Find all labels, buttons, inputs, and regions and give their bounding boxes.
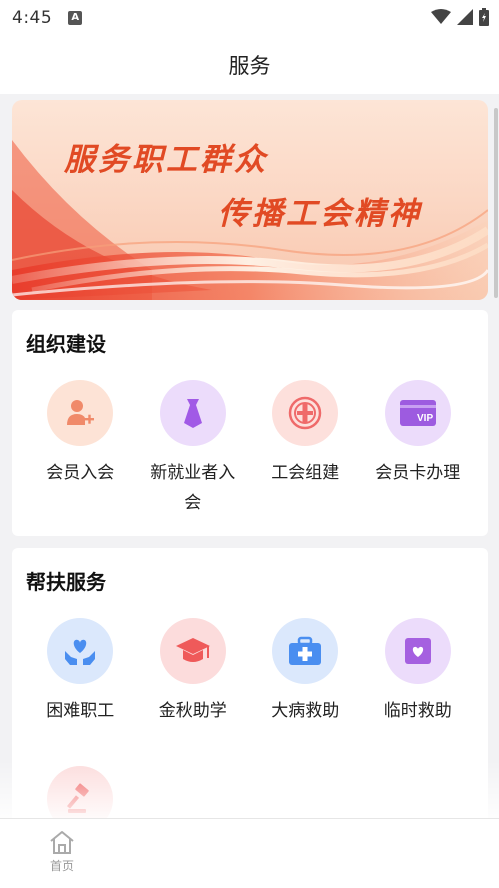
- item-label: 会员入会: [46, 463, 115, 483]
- item-label: 工会组建: [271, 463, 340, 483]
- serious-illness-aid-button[interactable]: 大病救助: [249, 618, 362, 726]
- status-bar: 4:45 A: [0, 0, 499, 36]
- svg-text:VIP: VIP: [417, 413, 433, 424]
- status-time: 4:45: [12, 8, 53, 28]
- item-label: 大病救助: [271, 701, 340, 721]
- needy-workers-button[interactable]: 困难职工: [24, 618, 137, 726]
- heart-box-icon: [384, 618, 451, 684]
- graduation-cap-icon: [159, 618, 226, 684]
- item-label: 会员卡办理: [375, 463, 461, 483]
- item-label: 金秋助学: [158, 701, 227, 721]
- nav-home-label: 首页: [49, 859, 74, 873]
- title-bar: 服务: [0, 36, 499, 94]
- help-section: 帮扶服务 困难职工 金秋助学 大病救助 临时救助: [12, 548, 488, 848]
- union-emblem-icon: [272, 380, 339, 446]
- a-box-icon: A: [68, 11, 83, 25]
- banner-slogan-2: 传播工会精神: [218, 196, 422, 232]
- member-join-button[interactable]: 会员入会: [24, 380, 137, 518]
- scrollbar[interactable]: [494, 108, 498, 298]
- item-label: 困难职工: [46, 701, 115, 721]
- vip-card-icon: VIP: [384, 380, 451, 446]
- banner-slogan-1: 服务职工群众: [64, 142, 268, 178]
- org-grid: 会员入会 新就业者入会 工会组建 VIP 会员卡办理: [12, 380, 488, 518]
- help-grid: 困难职工 金秋助学 大病救助 临时救助: [12, 618, 488, 726]
- org-section: 组织建设 会员入会 新就业者入会 工会组建 VIP 会员卡办理: [12, 310, 488, 536]
- nav-home[interactable]: 首页: [30, 829, 94, 874]
- temporary-aid-button[interactable]: 临时救助: [362, 618, 475, 726]
- item-label: 临时救助: [383, 701, 452, 721]
- bottom-nav: 首页: [0, 818, 499, 888]
- member-card-button[interactable]: VIP 会员卡办理: [362, 380, 475, 518]
- section-title: 帮扶服务: [26, 570, 106, 594]
- signal-icon: [457, 9, 473, 25]
- home-icon: [50, 831, 74, 854]
- heart-hands-icon: [47, 618, 114, 684]
- status-icons: [431, 8, 489, 26]
- banner[interactable]: 服务职工群众 传播工会精神: [12, 100, 488, 300]
- battery-icon: [479, 8, 489, 26]
- section-title: 组织建设: [26, 332, 106, 356]
- item-label: 新就业者入会: [150, 463, 236, 513]
- wifi-icon: [431, 9, 451, 24]
- tie-icon: [159, 380, 226, 446]
- new-employment-join-button[interactable]: 新就业者入会: [137, 380, 250, 518]
- page-title: 服务: [228, 54, 271, 78]
- union-establish-button[interactable]: 工会组建: [249, 380, 362, 518]
- medical-kit-icon: [272, 618, 339, 684]
- autumn-scholarship-button[interactable]: 金秋助学: [137, 618, 250, 726]
- user-add-icon: [47, 380, 114, 446]
